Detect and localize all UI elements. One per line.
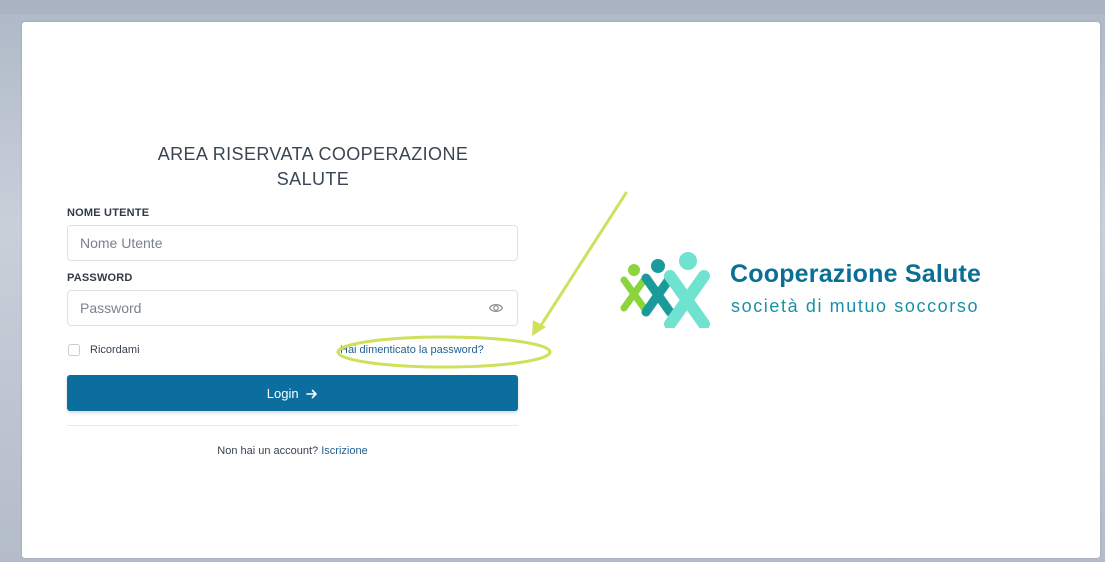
signup-row: Non hai un account? Iscrizione [67, 445, 518, 457]
window-top-bar [0, 0, 1105, 14]
password-input[interactable] [67, 290, 518, 326]
page-title: AREA RISERVATA COOPERAZIONE SALUTE [122, 142, 504, 192]
divider [67, 425, 518, 426]
login-button[interactable]: Login [67, 375, 518, 411]
remember-checkbox[interactable] [68, 344, 80, 356]
signup-prompt: Non hai un account? [217, 445, 319, 457]
logo-name: Cooperazione Salute [730, 260, 982, 288]
arrow-right-icon [306, 386, 318, 401]
login-button-label: Login [266, 385, 299, 401]
cooperazione-salute-logo-icon [620, 248, 720, 333]
remember-label: Ricordami [90, 344, 140, 356]
username-input[interactable] [67, 225, 518, 261]
login-card: AREA RISERVATA COOPERAZIONE SALUTE NOME … [22, 22, 1100, 558]
username-label: NOME UTENTE [67, 207, 150, 219]
forgot-password-link[interactable]: Hai dimenticato la password? [340, 344, 484, 356]
eye-icon[interactable] [488, 300, 504, 316]
page-title-line-2: SALUTE [276, 169, 350, 189]
signup-link[interactable]: Iscrizione [321, 445, 367, 457]
page-title-line-1: AREA RISERVATA COOPERAZIONE [157, 144, 469, 164]
password-label: PASSWORD [67, 272, 133, 284]
logo-tagline: società di mutuo soccorso [731, 296, 980, 316]
